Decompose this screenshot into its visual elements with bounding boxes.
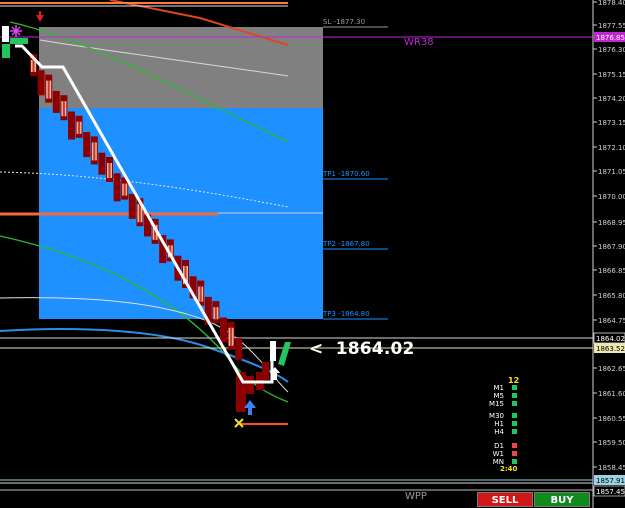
price-axis-label: 1875.15 bbox=[598, 71, 625, 79]
current-price: 1864.02 bbox=[335, 339, 415, 359]
start-green-marker bbox=[2, 44, 10, 58]
tp1-label: TP1 -1870.60 bbox=[322, 170, 370, 178]
candle-bear bbox=[52, 90, 60, 113]
timeframe-status-dot bbox=[512, 413, 517, 418]
wpp-label: WPP bbox=[405, 491, 427, 502]
white-bar bbox=[270, 341, 276, 361]
timeframe-label: W1 bbox=[492, 450, 504, 458]
price-axis-label: 1874.20 bbox=[598, 95, 625, 103]
candle-wick bbox=[78, 121, 81, 134]
candle-bear bbox=[113, 173, 121, 202]
candle-bear bbox=[68, 111, 75, 140]
candle-bear bbox=[128, 193, 136, 219]
price-axis-label: 1859.50 bbox=[598, 439, 625, 447]
bottom-price-tag: 1857.45 bbox=[596, 488, 625, 496]
price-axis-label: 1858.45 bbox=[598, 464, 625, 472]
price-axis-label: 1866.85 bbox=[598, 267, 625, 275]
price-axis-label: 1877.55 bbox=[598, 22, 625, 30]
wr-level-label: WR38 bbox=[404, 37, 434, 48]
timeframe-label: D1 bbox=[494, 442, 504, 450]
candle-wick bbox=[123, 183, 126, 196]
price-axis-label: 1861.60 bbox=[598, 390, 625, 398]
candle-bear bbox=[235, 338, 243, 361]
price-axis-label: 1870.00 bbox=[598, 193, 625, 201]
timer-value: 2:40 bbox=[500, 465, 518, 473]
candle-wick bbox=[108, 163, 111, 178]
timeframe-status-dot bbox=[512, 429, 517, 434]
candle-wick bbox=[47, 80, 50, 99]
price-axis-label: 1860.55 bbox=[598, 415, 625, 423]
candle-bear bbox=[220, 317, 227, 343]
timeframe-label: M1 bbox=[493, 384, 505, 392]
price-axis-label: 1865.80 bbox=[598, 292, 625, 300]
candle-wick bbox=[32, 60, 35, 72]
price-axis-label: 1872.10 bbox=[598, 144, 625, 152]
candle-bear bbox=[262, 362, 269, 380]
bid-price-tag: 1863.52 bbox=[596, 345, 625, 353]
buy-button[interactable]: BUY bbox=[534, 492, 590, 507]
candle-wick bbox=[199, 286, 202, 302]
start-green-block bbox=[10, 38, 28, 44]
candle-bear bbox=[37, 70, 45, 96]
candle-wick bbox=[93, 142, 96, 161]
spread-value: 12 bbox=[508, 376, 520, 385]
price-axis-label: 1867.90 bbox=[598, 243, 625, 251]
timeframe-label: M30 bbox=[489, 412, 504, 420]
candle-wick bbox=[138, 204, 141, 223]
price-axis-label: 1876.30 bbox=[598, 46, 625, 54]
timeframe-status-dot bbox=[512, 421, 517, 426]
timeframe-status-dot bbox=[512, 451, 517, 456]
candle-wick bbox=[62, 101, 65, 117]
magenta-cross-icon bbox=[10, 25, 22, 37]
timeframe-label: H4 bbox=[494, 428, 504, 436]
price-axis-label: 1868.95 bbox=[598, 219, 625, 227]
timeframe-status-dot bbox=[512, 401, 517, 406]
timeframe-label: M15 bbox=[489, 400, 504, 408]
green-arrow-bar bbox=[278, 342, 291, 366]
candle-bear bbox=[246, 376, 254, 394]
timeframe-status-dot bbox=[512, 459, 517, 464]
start-white-marker bbox=[2, 26, 9, 42]
timeframe-status-dot bbox=[512, 393, 517, 398]
current-price-readout: < 1864.02 bbox=[309, 339, 415, 359]
price-axis-label: 1871.05 bbox=[598, 168, 625, 176]
price-axis-label: 1862.65 bbox=[598, 365, 625, 373]
price-axis-label: 1873.15 bbox=[598, 119, 625, 127]
low-price-tag: 1857.91 bbox=[596, 477, 625, 485]
candle-bear bbox=[98, 152, 106, 175]
timeframe-status-dot bbox=[512, 443, 517, 448]
sell-signal-arrow-icon bbox=[36, 11, 44, 22]
price-chart[interactable]: SL -1877.30 TP1 -1870.60 TP2 -1867.80 TP… bbox=[0, 0, 625, 508]
timeframe-status-dot bbox=[512, 385, 517, 390]
sl-label: SL -1877.30 bbox=[323, 18, 365, 26]
ask-price-tag: 1864.02 bbox=[596, 335, 625, 343]
price-axis-label: 1878.40 bbox=[598, 0, 625, 7]
candle-wick bbox=[230, 327, 233, 346]
trading-chart-window: SL -1877.30 TP1 -1870.60 TP2 -1867.80 TP… bbox=[0, 0, 625, 508]
candle-bear bbox=[83, 132, 91, 158]
tp2-label: TP2 -1867.80 bbox=[322, 240, 370, 248]
sell-button[interactable]: SELL bbox=[477, 492, 533, 507]
price-axis-label: 1864.75 bbox=[598, 317, 625, 325]
sl-zone bbox=[39, 27, 323, 108]
candle-wick bbox=[214, 307, 217, 320]
timeframe-label: H1 bbox=[494, 420, 504, 428]
price-axis: 1878.40 1877.55 1876.30 1875.15 1874.20 1873.… bbox=[593, 0, 625, 496]
wr-price-tag: 1876.85 bbox=[596, 34, 625, 42]
price-pointer: < bbox=[309, 339, 324, 359]
timeframe-label: M5 bbox=[493, 392, 505, 400]
tp3-label: TP3 -1864.80 bbox=[322, 310, 370, 318]
